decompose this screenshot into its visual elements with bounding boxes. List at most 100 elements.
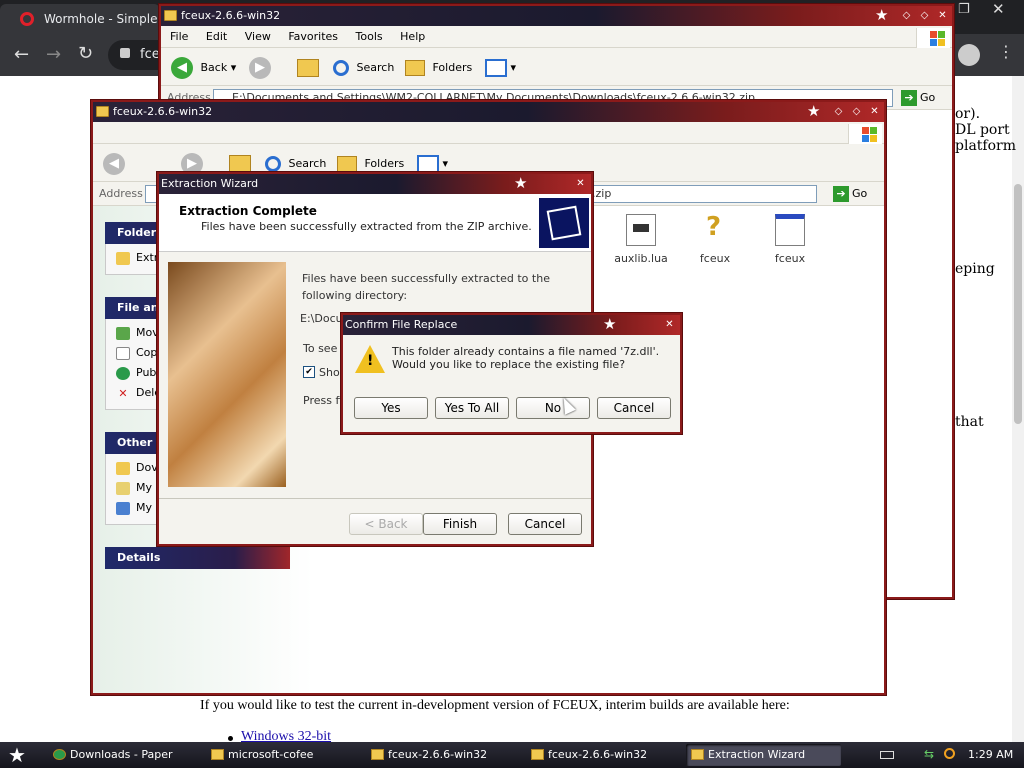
menu-favorites[interactable]: Favorites: [288, 30, 338, 43]
wizard-path: E:\Docu: [300, 312, 343, 325]
task-panel-header[interactable]: Details: [105, 547, 290, 569]
wizard-divider: [159, 498, 591, 499]
back-button[interactable]: < Back: [349, 513, 423, 535]
star-icon: ★: [807, 102, 821, 120]
wizard-titlebar[interactable]: Extraction Wizard ★ ✕: [159, 174, 591, 194]
forward-arrow-icon[interactable]: →: [46, 44, 61, 65]
folders-label: Folders: [432, 61, 473, 74]
explorer-back-titlebar[interactable]: fceux-2.6.6-win32 ★ ◇ ◇ ✕: [161, 6, 952, 26]
file-label: fceux: [699, 252, 731, 265]
documents-icon: [116, 481, 130, 495]
clock: 1:29 AM: [968, 748, 1014, 761]
right-text-4: eping: [955, 261, 995, 277]
forward-button[interactable]: ▶: [249, 56, 271, 80]
no-button[interactable]: No: [516, 397, 590, 419]
folders-button[interactable]: Folders: [405, 56, 472, 80]
confirm-file-replace: Confirm File Replace ★ ✕ ! This folder a…: [341, 313, 682, 434]
views-icon: [485, 59, 507, 77]
task-panel-details: Details: [105, 547, 290, 569]
folder-icon: [96, 106, 109, 117]
cancel-button[interactable]: Cancel: [597, 397, 671, 419]
file-fceux-exe[interactable]: fceux: [760, 214, 820, 265]
file-label: fceux: [774, 252, 806, 265]
taskbar-item-fceux-1[interactable]: fceux-2.6.6-win32: [366, 744, 516, 766]
restore-icon[interactable]: ❐: [958, 2, 970, 17]
views-button[interactable]: ▾: [485, 56, 516, 80]
file-label: auxlib.lua: [614, 252, 668, 265]
lock-icon: [120, 48, 130, 58]
wizard-header: Extraction Complete Files have been succ…: [159, 194, 591, 252]
windows-logo-icon: [916, 28, 950, 48]
menu-dots-icon[interactable]: ⋮: [998, 42, 1014, 61]
interim-builds-text: If you would like to test the current in…: [200, 698, 790, 713]
up-folder-icon: [229, 155, 251, 173]
network-icon[interactable]: ⇆: [924, 747, 934, 761]
views-icon: [417, 155, 439, 173]
reload-icon[interactable]: ↻: [78, 43, 93, 64]
taskbar-item-fceux-2[interactable]: fceux-2.6.6-win32: [526, 744, 676, 766]
right-text-3: platform: [955, 138, 1016, 154]
browser-tab[interactable]: Wormhole - Simple, priva: [0, 4, 195, 34]
menu-tools[interactable]: Tools: [356, 30, 383, 43]
go-arrow-icon: ➔: [833, 186, 849, 202]
close-icon[interactable]: ✕: [868, 105, 881, 118]
search-icon[interactable]: [944, 748, 955, 759]
confirm-titlebar[interactable]: Confirm File Replace ★ ✕: [343, 315, 680, 335]
go-button[interactable]: ➔ Go: [901, 89, 935, 107]
maximize-icon[interactable]: ◇: [850, 105, 863, 118]
file-auxlib[interactable]: auxlib.lua: [611, 214, 671, 265]
menu-help[interactable]: Help: [400, 30, 425, 43]
show-checkbox[interactable]: ✔: [303, 366, 315, 378]
close-icon[interactable]: ✕: [663, 318, 676, 331]
minimize-icon[interactable]: ◇: [832, 105, 845, 118]
folders-icon: [405, 60, 425, 76]
explorer-front-titlebar[interactable]: fceux-2.6.6-win32 ★ ◇ ◇ ✕: [93, 102, 884, 122]
computer-icon: [116, 501, 130, 515]
back-button[interactable]: ◀: [103, 152, 125, 176]
menu-edit[interactable]: Edit: [206, 30, 227, 43]
taskbar-item-microsoft-cofee[interactable]: microsoft-cofee: [206, 744, 356, 766]
right-text-1: or).: [955, 106, 981, 122]
search-label: Search: [356, 61, 395, 74]
star-icon: ★: [875, 6, 889, 24]
globe-icon: [116, 366, 130, 380]
keyboard-icon[interactable]: [880, 751, 894, 759]
folder-icon: [371, 749, 384, 760]
go-button[interactable]: ➔ Go: [833, 185, 867, 203]
search-button[interactable]: Search: [333, 56, 394, 80]
close-icon[interactable]: ✕: [992, 0, 1005, 18]
yes-to-all-button[interactable]: Yes To All: [435, 397, 509, 419]
delete-x-icon: ✕: [118, 386, 128, 400]
browser-icon: [53, 749, 66, 760]
back-label: Back: [200, 61, 228, 74]
webpage-scrollbar[interactable]: [1012, 76, 1024, 742]
taskbar-item-downloads[interactable]: Downloads - Paper: [48, 744, 198, 766]
close-icon[interactable]: ✕: [936, 9, 949, 22]
menu-file[interactable]: File: [170, 30, 188, 43]
text-file-icon: [626, 214, 656, 246]
right-text-2: DL port: [955, 122, 1010, 138]
windows-logo-icon: [848, 124, 882, 144]
explorer-front-menubar: [93, 122, 884, 144]
close-icon[interactable]: ✕: [574, 177, 587, 190]
file-fceux-help[interactable]: ? fceux: [685, 212, 745, 265]
up-folder-button[interactable]: [297, 56, 319, 80]
address-label: Address: [99, 187, 143, 200]
finish-button[interactable]: Finish: [423, 513, 497, 535]
search-label: Search: [288, 157, 327, 170]
scrollbar-thumb[interactable]: [1014, 184, 1022, 424]
search-icon: [265, 156, 281, 172]
folder-icon: [531, 749, 544, 760]
taskbar-item-extraction-wizard[interactable]: Extraction Wizard: [686, 744, 841, 766]
go-label: Go: [920, 91, 936, 104]
back-button[interactable]: ◀ Back ▾: [171, 56, 236, 80]
minimize-icon[interactable]: ◇: [900, 9, 913, 22]
back-arrow-icon[interactable]: ←: [14, 44, 29, 65]
yes-button[interactable]: Yes: [354, 397, 428, 419]
opera-icon: [20, 12, 34, 26]
cancel-button[interactable]: Cancel: [508, 513, 582, 535]
start-star-icon[interactable]: ★: [8, 743, 26, 767]
maximize-icon[interactable]: ◇: [918, 9, 931, 22]
menu-view[interactable]: View: [245, 30, 271, 43]
account-icon[interactable]: [958, 44, 980, 66]
